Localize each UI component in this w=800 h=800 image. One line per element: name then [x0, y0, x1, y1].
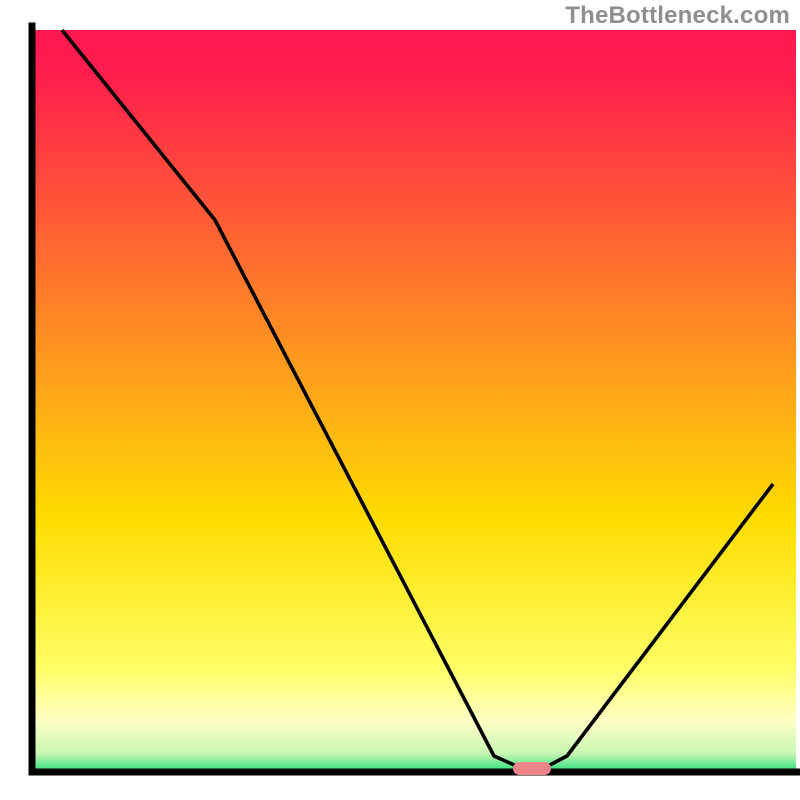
chart-svg — [0, 0, 800, 800]
plot-background — [32, 30, 796, 772]
watermark-text: TheBottleneck.com — [565, 2, 790, 30]
bottleneck-chart: TheBottleneck.com — [0, 0, 800, 800]
optimum-marker — [513, 762, 551, 775]
